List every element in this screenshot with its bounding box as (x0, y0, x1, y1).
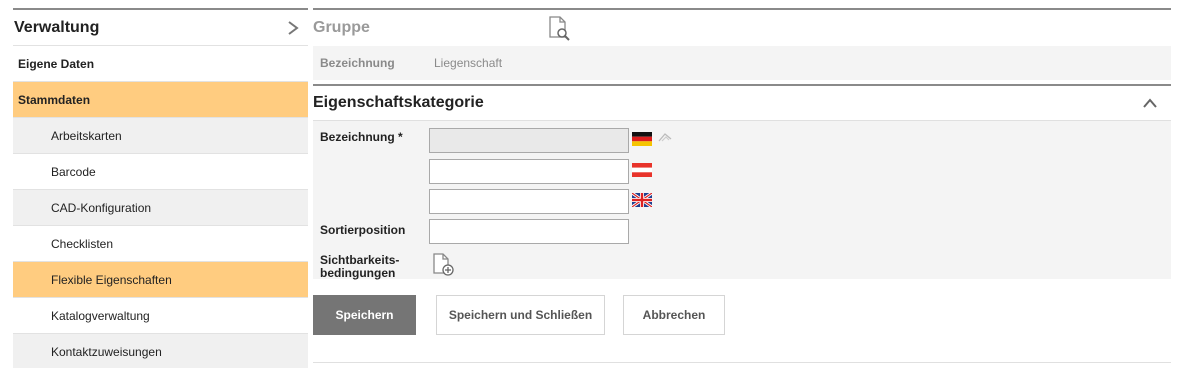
category-title: Eigenschaftskategorie (313, 94, 484, 111)
category-form: Bezeichnung * Sortierposition Sichtbarke… (313, 121, 1171, 280)
bezeichnung-de-input[interactable] (429, 128, 629, 153)
translate-icon[interactable] (657, 130, 673, 148)
sidebar-item-barcode[interactable]: Barcode (13, 153, 308, 189)
main-panel: Gruppe Bezeichnung Liegenschaft Eigensch… (313, 8, 1171, 280)
sortierposition-label: Sortierposition (320, 223, 406, 237)
category-header[interactable]: Eigenschaftskategorie (313, 84, 1171, 121)
sidebar-item-cad-konfiguration[interactable]: CAD-Konfiguration (13, 189, 308, 225)
bezeichnung-en-input[interactable] (429, 189, 629, 214)
sidebar-item-label: Checklisten (51, 236, 114, 251)
bezeichnung-at-input[interactable] (429, 159, 629, 184)
sidebar: Verwaltung Eigene Daten Stammdaten Arbeits… (13, 8, 308, 368)
sidebar-item-label: Eigene Daten (18, 56, 95, 71)
form-buttons: Speichern Speichern und Schließen Abbrec… (313, 295, 725, 335)
group-field-label: Bezeichnung (320, 56, 395, 70)
group-bezeichnung-row: Bezeichnung Liegenschaft (313, 46, 1171, 80)
sidebar-item-checklisten[interactable]: Checklisten (13, 225, 308, 261)
group-header: Gruppe (313, 8, 1171, 46)
sortierposition-input[interactable] (429, 219, 629, 244)
add-document-icon[interactable] (432, 252, 456, 283)
sidebar-item-label: Stammdaten (18, 92, 91, 107)
sichtbarkeit-label-line2: bedingungen (320, 266, 396, 280)
sidebar-item-katalogverwaltung[interactable]: Katalogverwaltung (13, 297, 308, 333)
document-search-icon[interactable] (547, 15, 571, 46)
german-flag-icon (632, 132, 652, 146)
sidebar-item-flexible-eigenschaften[interactable]: Flexible Eigenschaften (13, 261, 308, 297)
group-field-value: Liegenschaft (434, 56, 503, 70)
sidebar-item-eigene-daten[interactable]: Eigene Daten (13, 45, 308, 81)
sidebar-item-label: CAD-Konfiguration (51, 200, 152, 215)
chevron-up-icon[interactable] (1143, 98, 1157, 108)
sichtbarkeit-label: Sichtbarkeits- bedingungen (320, 254, 399, 280)
sidebar-item-label: Barcode (51, 164, 96, 179)
sidebar-header[interactable]: Verwaltung (13, 8, 308, 45)
sidebar-item-arbeitskarten[interactable]: Arbeitskarten (13, 117, 308, 153)
austrian-flag-icon (632, 163, 652, 177)
sidebar-item-label: Kontaktzuweisungen (51, 344, 162, 359)
chevron-right-icon[interactable] (280, 15, 306, 41)
sidebar-title: Verwaltung (14, 18, 100, 36)
bezeichnung-label: Bezeichnung * (320, 130, 403, 144)
save-button[interactable]: Speichern (313, 295, 416, 335)
group-title: Gruppe (313, 19, 370, 36)
sidebar-item-label: Arbeitskarten (51, 128, 122, 143)
sidebar-list: Eigene Daten Stammdaten Arbeitskarten Barco… (13, 45, 308, 368)
sichtbarkeit-label-line1: Sichtbarkeits- (320, 253, 400, 267)
save-and-close-button[interactable]: Speichern und Schließen (436, 295, 605, 335)
uk-flag-icon (631, 191, 653, 209)
sidebar-item-stammdaten[interactable]: Stammdaten (13, 81, 308, 117)
cancel-button[interactable]: Abbrechen (623, 295, 725, 335)
bottom-divider (313, 362, 1171, 363)
sidebar-item-kontaktzuweisungen[interactable]: Kontaktzuweisungen (13, 333, 308, 368)
sidebar-item-label: Flexible Eigenschaften (51, 272, 172, 287)
sidebar-item-label: Katalogverwaltung (51, 308, 150, 323)
